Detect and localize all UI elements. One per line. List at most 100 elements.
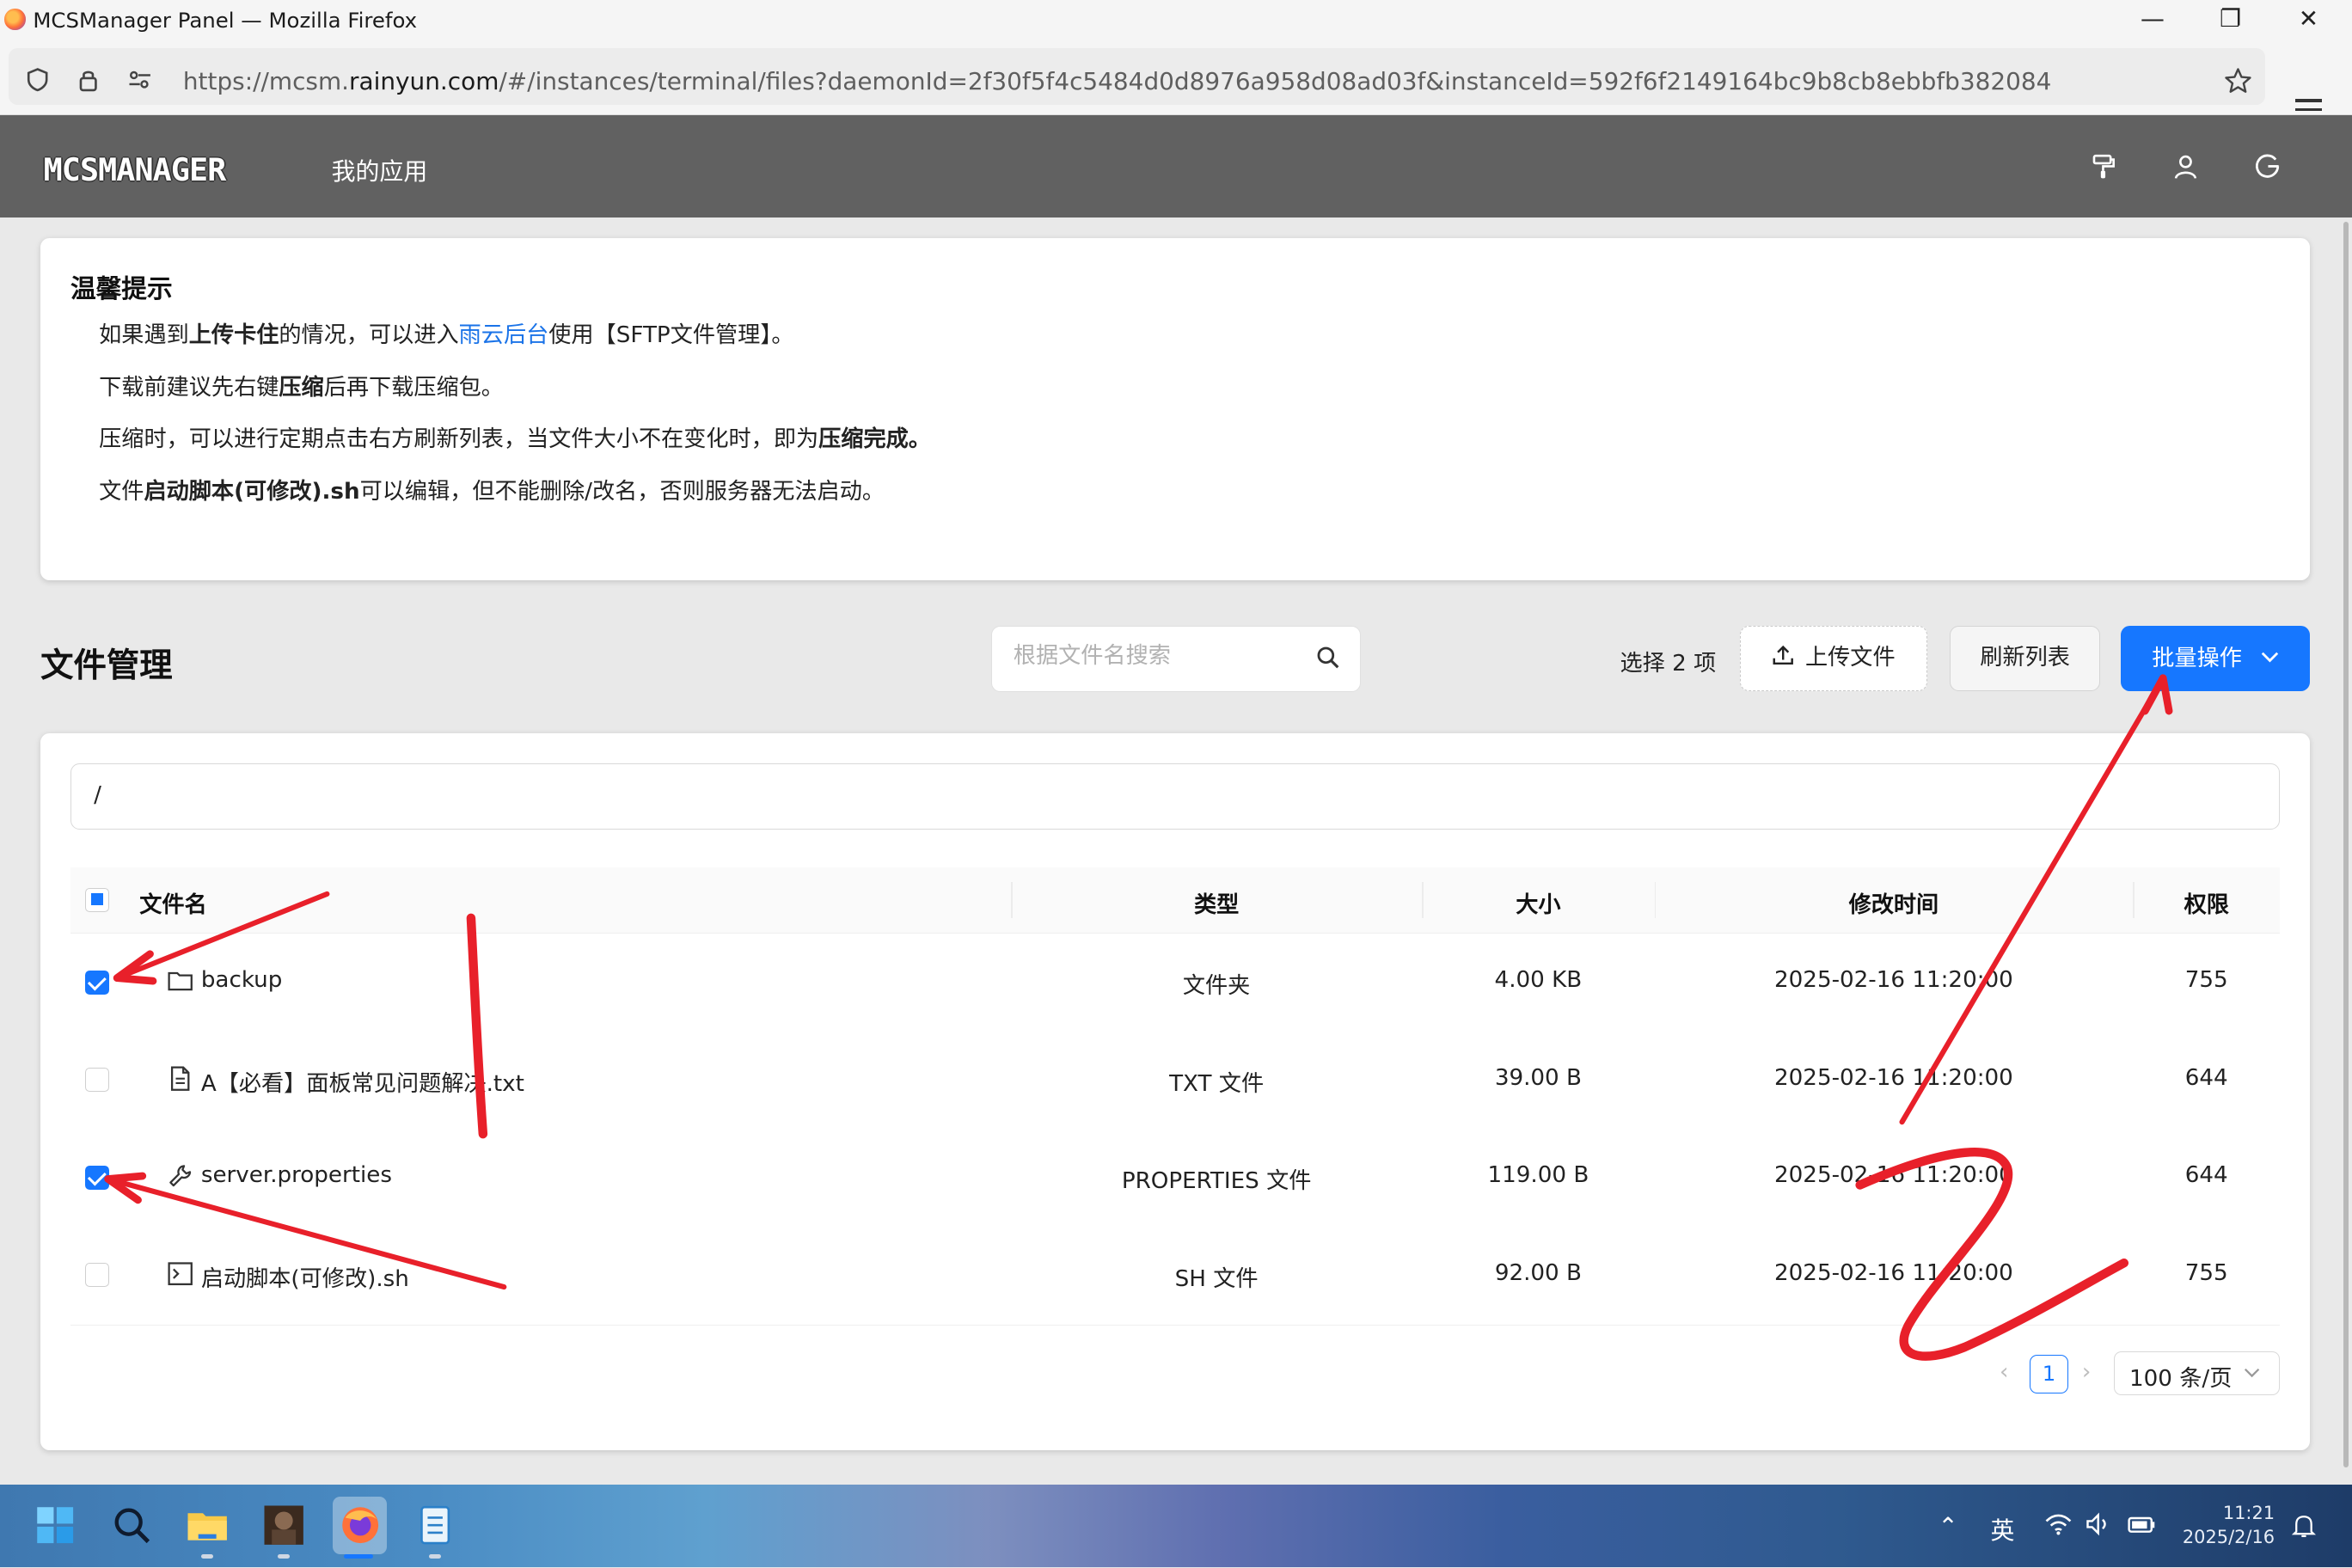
file-permission[interactable]: 755 xyxy=(2133,1260,2280,1286)
column-header-modified[interactable]: 修改时间 xyxy=(1655,886,2134,919)
volume-icon[interactable] xyxy=(2085,1512,2111,1542)
shield-icon[interactable] xyxy=(24,66,51,93)
permissions-icon[interactable] xyxy=(126,66,153,93)
rainyun-console-link[interactable]: 雨云后台 xyxy=(459,322,549,348)
notice-text: 的情况，可以进入 xyxy=(279,322,459,349)
text-file-icon xyxy=(167,1065,193,1092)
file-permission[interactable]: 644 xyxy=(2133,1065,2280,1091)
taskbar-clock[interactable]: 11:21 2025/2/16 xyxy=(2183,1502,2275,1550)
file-type: 文件夹 xyxy=(1182,973,1251,1000)
battery-icon[interactable] xyxy=(2127,1512,2157,1542)
page-number-current[interactable]: 1 xyxy=(2029,1354,2069,1393)
wifi-icon[interactable] xyxy=(2043,1512,2073,1542)
url-text[interactable]: https://mcsm.rainyun.com/#/instances/ter… xyxy=(183,67,2052,95)
select-all-checkbox[interactable] xyxy=(85,887,110,912)
windows-start-icon[interactable] xyxy=(33,1503,77,1547)
window-titlebar: MCSManager Panel — Mozilla Firefox — ❐ ✕ xyxy=(0,0,2352,42)
file-modified: 2025-02-16 11:20:00 xyxy=(1774,967,2013,994)
terminal-icon xyxy=(167,1260,193,1287)
bookmark-star-icon[interactable] xyxy=(2223,66,2251,93)
user-icon[interactable] xyxy=(2171,151,2201,181)
notice-text: 后再下载压缩包。 xyxy=(323,375,504,401)
firefox-icon xyxy=(341,1507,378,1544)
notice-bold: 压缩 xyxy=(279,375,324,401)
lock-icon[interactable] xyxy=(75,66,101,93)
screen: MCSManager Panel — Mozilla Firefox — ❐ ✕… xyxy=(0,0,2352,1568)
notification-bell-icon[interactable] xyxy=(2292,1512,2317,1545)
refresh-list-button[interactable]: 刷新列表 xyxy=(1950,625,2100,692)
notice-bold: 上传卡住 xyxy=(188,322,279,349)
close-button[interactable]: ✕ xyxy=(2279,3,2339,39)
file-explorer-icon[interactable] xyxy=(185,1503,230,1547)
file-type: SH 文件 xyxy=(1174,1265,1259,1292)
minimize-button[interactable]: — xyxy=(2122,3,2183,39)
active-indicator xyxy=(343,1553,374,1559)
next-page-icon[interactable]: › xyxy=(2082,1359,2091,1385)
mcsmanager-logo[interactable]: MCSMANAGER xyxy=(44,151,227,188)
notice-line-2: 下载前建议先右键压缩后再下载压缩包。 xyxy=(99,369,504,401)
refresh-label: 刷新列表 xyxy=(1980,644,2070,671)
notice-text: 如果遇到 xyxy=(99,322,189,349)
batch-actions-button[interactable]: 批量操作 xyxy=(2121,625,2311,692)
row-checkbox[interactable] xyxy=(85,1263,110,1288)
chevron-up-icon[interactable]: ⌃ xyxy=(1938,1512,1957,1540)
url-path: /#/instances/terminal/files?daemonId=2f3… xyxy=(499,67,2052,96)
file-permission[interactable]: 755 xyxy=(2133,967,2280,993)
page-size-value: 100 条/页 xyxy=(2129,1365,2233,1392)
file-size: 4.00 KB xyxy=(1494,967,1583,994)
upload-icon xyxy=(1773,645,1793,665)
firefox-taskbar-button[interactable] xyxy=(333,1497,388,1554)
theme-brush-icon[interactable] xyxy=(2088,151,2118,181)
search-box[interactable] xyxy=(991,625,1361,692)
search-input[interactable] xyxy=(1010,641,1309,671)
page-size-select[interactable]: 100 条/页 xyxy=(2113,1351,2281,1395)
photo-app-icon[interactable] xyxy=(261,1503,306,1547)
firefox-icon xyxy=(4,9,26,30)
notice-line-3: 压缩时，可以进行定期点击右方刷新列表，当文件大小不在变化时，即为压缩完成。 xyxy=(99,420,931,453)
window-title: MCSManager Panel — Mozilla Firefox xyxy=(33,7,418,33)
file-name[interactable]: backup xyxy=(201,967,283,993)
clock-time: 11:21 xyxy=(2222,1502,2275,1523)
file-size: 119.00 B xyxy=(1487,1162,1589,1189)
row-checkbox[interactable] xyxy=(85,1165,110,1190)
column-header-type[interactable]: 类型 xyxy=(1011,886,1422,919)
address-bar[interactable]: https://mcsm.rainyun.com/#/instances/ter… xyxy=(9,47,2265,106)
notice-text: 压缩时，可以进行定期点击右方刷新列表，当文件大小不在变化时，即为 xyxy=(99,426,819,452)
upload-file-button[interactable]: 上传文件 xyxy=(1740,625,1928,692)
running-indicator xyxy=(277,1553,290,1559)
wrench-icon xyxy=(167,1162,193,1189)
file-permission[interactable]: 644 xyxy=(2133,1162,2280,1188)
file-modified: 2025-02-16 11:20:00 xyxy=(1774,1064,2013,1091)
logout-icon[interactable] xyxy=(2253,151,2283,181)
page-scrollbar[interactable] xyxy=(2340,222,2352,1467)
file-name[interactable]: 启动脚本(可修改).sh xyxy=(201,1260,409,1293)
file-name[interactable]: server.properties xyxy=(201,1162,392,1188)
upload-label: 上传文件 xyxy=(1805,644,1896,671)
selected-count: 选择 2 项 xyxy=(1620,651,1717,677)
navigation-toolbar: https://mcsm.rainyun.com/#/instances/ter… xyxy=(0,41,2352,120)
notice-bold: 压缩完成。 xyxy=(818,426,931,452)
notepad-icon[interactable] xyxy=(413,1503,457,1547)
notice-bold: 启动脚本(可修改).sh xyxy=(144,478,360,505)
column-header-size[interactable]: 大小 xyxy=(1422,886,1654,919)
path-breadcrumb[interactable]: / xyxy=(70,763,2281,830)
notice-title: 温馨提示 xyxy=(70,273,173,304)
column-header-permission[interactable]: 权限 xyxy=(2133,886,2280,919)
notice-card xyxy=(40,238,2311,581)
input-language[interactable]: 英 xyxy=(1990,1512,2014,1547)
row-checkbox[interactable] xyxy=(85,970,110,995)
search-icon[interactable] xyxy=(109,1503,154,1547)
row-checkbox[interactable] xyxy=(85,1068,110,1093)
column-header-name[interactable]: 文件名 xyxy=(139,886,206,919)
nav-my-apps[interactable]: 我的应用 xyxy=(332,153,428,187)
file-size: 39.00 B xyxy=(1494,1064,1582,1091)
clock-date: 2025/2/16 xyxy=(2182,1526,2275,1547)
search-icon[interactable] xyxy=(1316,646,1340,670)
file-name[interactable]: A【必看】面板常见问题解决.txt xyxy=(201,1065,524,1098)
restore-button[interactable]: ❐ xyxy=(2201,3,2261,39)
scrollbar-thumb[interactable] xyxy=(2343,222,2349,1467)
file-modified: 2025-02-16 11:20:00 xyxy=(1774,1259,2013,1286)
prev-page-icon[interactable]: ‹ xyxy=(2000,1359,2008,1385)
file-type: PROPERTIES 文件 xyxy=(1121,1168,1312,1195)
file-modified: 2025-02-16 11:20:00 xyxy=(1774,1162,2013,1189)
